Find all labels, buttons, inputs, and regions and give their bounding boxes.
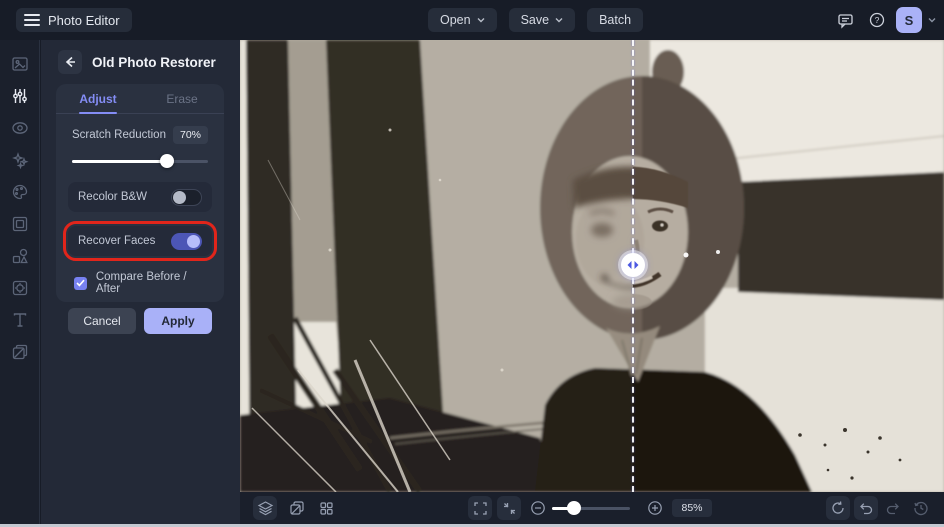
duplicate-button[interactable] — [285, 496, 309, 520]
help-icon: ? — [869, 12, 885, 28]
slider-thumb[interactable] — [160, 154, 175, 168]
fit-screen-button[interactable] — [497, 496, 521, 520]
chevron-down-icon — [555, 18, 563, 23]
batch-button[interactable]: Batch — [587, 8, 644, 32]
cancel-button[interactable]: Cancel — [68, 308, 136, 334]
recolor-row: Recolor B&W — [68, 182, 212, 212]
app-title: Photo Editor — [48, 12, 120, 28]
help-button[interactable]: ? — [864, 7, 890, 33]
open-button[interactable]: Open — [428, 8, 497, 32]
scratch-reduction-slider[interactable] — [72, 154, 208, 168]
save-button[interactable]: Save — [508, 8, 576, 32]
toggle-knob — [187, 234, 200, 248]
app-menu-chip[interactable]: Photo Editor — [16, 8, 132, 32]
recover-faces-row: Recover Faces — [63, 221, 217, 261]
apply-button[interactable]: Apply — [144, 308, 212, 334]
arrow-left-icon — [65, 56, 75, 68]
avatar-initial: S — [904, 12, 914, 28]
fullscreen-icon — [473, 501, 487, 515]
undo-icon — [860, 503, 873, 515]
grid-view-button[interactable] — [314, 496, 338, 520]
sidebar-item-adjust[interactable] — [7, 84, 33, 107]
compare-checkbox[interactable] — [74, 276, 87, 290]
sidebar-item-ai-tools[interactable] — [7, 148, 33, 171]
redo-button[interactable] — [881, 496, 905, 520]
tab-erase[interactable]: Erase — [140, 84, 224, 113]
svg-text:?: ? — [875, 15, 880, 25]
sidebar-item-collage[interactable] — [7, 340, 33, 363]
compare-label: Compare Before / After — [95, 271, 187, 295]
effects-icon — [12, 280, 27, 295]
old-photo-restorer-panel: Old Photo Restorer Adjust Erase Scratch … — [41, 40, 240, 524]
sidebar-item-text[interactable] — [7, 308, 33, 331]
compare-row: Compare Before / After — [74, 271, 212, 295]
fit-to-screen-icon — [503, 502, 515, 514]
zoom-slider-thumb[interactable] — [566, 501, 581, 515]
old-photo-image — [240, 40, 944, 492]
history-button[interactable] — [909, 496, 933, 520]
text-icon — [13, 312, 26, 327]
recolor-label: Recolor B&W — [78, 191, 148, 203]
tab-adjust[interactable]: Adjust — [56, 84, 140, 113]
sidebar-item-color[interactable] — [7, 180, 33, 203]
shapes-icon — [12, 248, 28, 263]
reset-button[interactable] — [826, 496, 850, 520]
top-bar: Photo Editor Open Save Batch ? S — [0, 0, 944, 40]
palette-icon — [12, 184, 27, 199]
grid-icon — [319, 501, 333, 515]
check-icon — [76, 279, 85, 287]
canvas-zoom-slider[interactable] — [552, 501, 630, 515]
sidebar-item-elements[interactable] — [7, 244, 33, 267]
adjust-card: Adjust Erase Scratch Reduction 70% Recol… — [56, 84, 224, 334]
account-chevron-down-icon[interactable] — [928, 16, 936, 24]
batch-button-label: Batch — [599, 13, 632, 27]
open-button-label: Open — [440, 13, 471, 27]
recolor-toggle[interactable] — [171, 188, 202, 206]
avatar[interactable]: S — [896, 7, 922, 33]
back-button[interactable] — [58, 50, 82, 74]
zoom-out-button[interactable] — [526, 496, 550, 520]
adjustments-icon — [12, 88, 27, 103]
comment-icon — [837, 13, 853, 29]
image-icon — [11, 56, 28, 71]
sidebar-item-image[interactable] — [7, 52, 33, 75]
duplicate-icon — [290, 501, 304, 515]
tool-rail — [0, 40, 40, 524]
feedback-button[interactable] — [832, 7, 858, 33]
hamburger-menu-icon[interactable] — [24, 14, 40, 26]
recover-faces-label: Recover Faces — [78, 235, 156, 247]
zoom-in-icon — [648, 501, 662, 515]
slider-fill — [72, 160, 168, 163]
collage-icon — [12, 344, 27, 359]
fullscreen-button[interactable] — [468, 496, 492, 520]
panel-tabs: Adjust Erase — [56, 84, 224, 114]
ai-sparkles-icon — [11, 151, 29, 169]
sidebar-item-effects[interactable] — [7, 276, 33, 299]
eye-icon — [11, 121, 28, 134]
save-button-label: Save — [520, 13, 550, 27]
scratch-reduction-label: Scratch Reduction — [72, 129, 166, 141]
layers-icon — [257, 500, 273, 515]
photo-canvas[interactable] — [240, 40, 944, 492]
compare-divider-handle[interactable] — [621, 253, 645, 277]
recover-faces-toggle[interactable] — [171, 232, 202, 250]
undo-button[interactable] — [854, 496, 878, 520]
panel-title: Old Photo Restorer — [92, 54, 216, 70]
chevron-down-icon — [477, 18, 485, 23]
redo-icon — [886, 503, 899, 515]
zoom-in-button[interactable] — [643, 496, 667, 520]
scratch-reduction-value: 70% — [172, 126, 208, 144]
layers-button[interactable] — [253, 496, 277, 520]
canvas-toolbar: 85% — [240, 492, 944, 524]
history-icon — [914, 501, 928, 516]
toggle-knob — [173, 190, 186, 204]
reset-icon — [832, 501, 844, 514]
frame-icon — [12, 216, 27, 231]
left-right-arrows-icon — [627, 261, 639, 269]
sidebar-item-crop[interactable] — [7, 212, 33, 235]
zoom-out-icon — [531, 501, 545, 515]
sidebar-item-retouch[interactable] — [7, 116, 33, 139]
zoom-level-value[interactable]: 85% — [672, 499, 712, 517]
